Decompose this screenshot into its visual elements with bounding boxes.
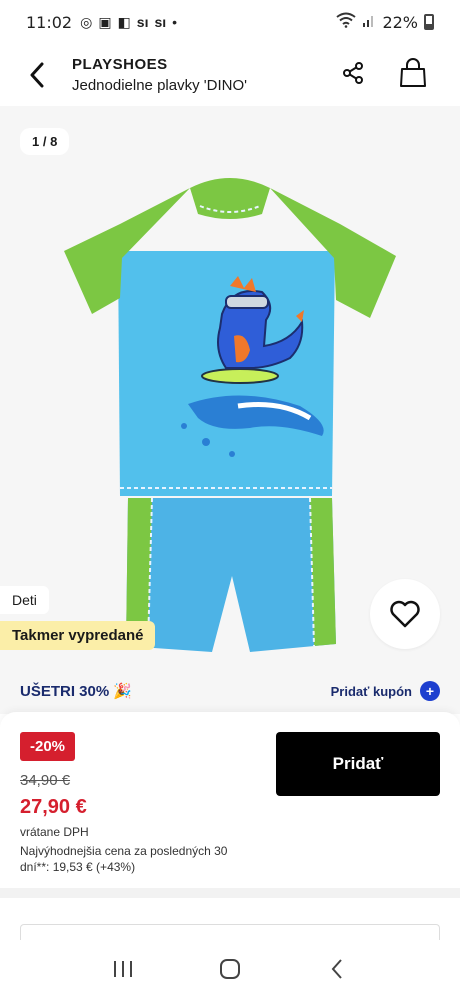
back-nav-button[interactable] [317, 949, 357, 989]
cart-button[interactable] [398, 58, 428, 88]
coupon-label: Pridať kupón [330, 683, 412, 699]
signal-icon [362, 12, 376, 32]
product-gallery[interactable]: 1 / 8 Deti Takmer vypredané [0, 106, 460, 668]
share-icon [343, 62, 363, 84]
whatsapp-icon: ◎ [80, 13, 93, 30]
add-to-cart-button[interactable]: Pridať [276, 732, 440, 796]
battery-percent: 22% [382, 12, 418, 32]
header-titles: PLAYSHOES Jednodielne plavky 'DINO' [72, 56, 247, 94]
current-price: 27,90 € [20, 796, 87, 818]
recent-apps-button[interactable] [103, 949, 143, 989]
chevron-left-icon [30, 62, 44, 88]
wishlist-button[interactable] [370, 579, 440, 649]
discount-badge: -20% [20, 732, 76, 761]
status-time: 11:02 [26, 12, 73, 32]
recents-icon [114, 960, 133, 977]
price-card: -20% 34,90 € 27,90 € vrátane DPH Najvýho… [0, 712, 460, 888]
promo-strip: UŠETRI 30% 🎉 Pridať kupón + [0, 668, 460, 714]
product-name: Jednodielne plavky 'DINO' [72, 77, 247, 94]
notification-icons: ◎ ▣ ◧ sı sı • [80, 14, 177, 31]
si-icon: sı [136, 14, 149, 30]
shopping-bag-icon [400, 58, 426, 87]
lowest-price-note: Najvýhodnejšia cena za posledných 30 dní… [20, 844, 228, 874]
battery-icon [424, 14, 434, 30]
section-divider [0, 888, 460, 898]
app-header: PLAYSHOES Jednodielne plavky 'DINO' [0, 44, 460, 106]
plus-icon: + [420, 681, 440, 701]
si-icon-2: sı [154, 14, 167, 30]
category-tag: Deti [0, 586, 49, 614]
wifi-icon [336, 12, 357, 32]
add-coupon-button[interactable]: Pridať kupón + [331, 681, 440, 701]
system-nav-bar [0, 940, 460, 997]
home-button[interactable] [210, 949, 250, 989]
availability-badge: Takmer vypredané [0, 621, 156, 650]
tax-note: vrátane DPH [20, 825, 89, 839]
back-icon [331, 958, 342, 979]
heart-icon [390, 600, 420, 628]
status-bar: 11:02 ◎ ▣ ◧ sı sı • 22% [0, 0, 460, 44]
savings-label: UŠETRI 30% 🎉 [20, 683, 133, 700]
status-right: 22% [336, 12, 434, 32]
share-button[interactable] [338, 58, 368, 88]
dot-icon: • [172, 14, 178, 30]
old-price: 34,90 € [20, 772, 71, 789]
app-icon: ◧ [117, 13, 131, 30]
message-icon: ▣ [98, 13, 112, 30]
home-icon [219, 958, 240, 979]
brand-name[interactable]: PLAYSHOES [72, 56, 247, 73]
image-counter: 1 / 8 [20, 128, 70, 155]
back-button[interactable] [22, 60, 52, 90]
